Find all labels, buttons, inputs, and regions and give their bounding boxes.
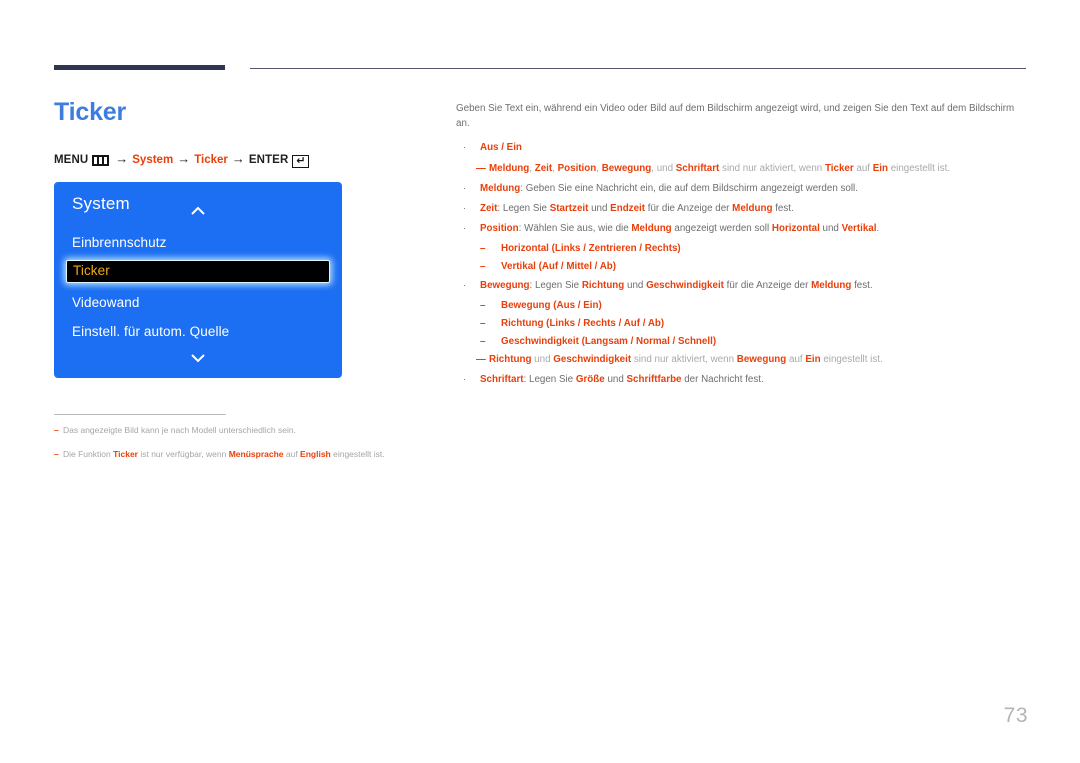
list-item: — Meldung, Zeit, Position, Bewegung, und… bbox=[456, 161, 1028, 176]
list-item: – Richtung (Links / Rechts / Auf / Ab) bbox=[456, 316, 1028, 331]
list-item: · Position: Wählen Sie aus, wie die Meld… bbox=[456, 221, 1028, 236]
bullet-icon: · bbox=[463, 279, 466, 290]
footnote-1-text: Das angezeigte Bild kann je nach Modell … bbox=[63, 425, 296, 435]
sub-geschwindigkeit-text: Geschwindigkeit (Langsam / Normal / Schn… bbox=[501, 336, 717, 348]
arrow-icon-1: → bbox=[115, 151, 129, 166]
main-content: Geben Sie Text ein, während ein Video od… bbox=[456, 101, 1028, 393]
bullet-meldung-text: Meldung: Geben Sie eine Nachricht ein, d… bbox=[480, 182, 858, 194]
header-rule-thin bbox=[250, 68, 1026, 69]
tv-onscreen-menu: System Einbrennschutz Ticker Videowand E… bbox=[54, 182, 342, 378]
header-rule-thick bbox=[54, 65, 225, 70]
chevron-up-icon[interactable] bbox=[191, 206, 205, 215]
sub-dash-icon: – bbox=[480, 243, 486, 255]
note-dash-icon: — bbox=[476, 162, 486, 174]
sub-horizontal-text: Horizontal (Links / Zentrieren / Rechts) bbox=[501, 243, 681, 255]
bullet-icon: · bbox=[463, 374, 466, 385]
menu-path-enter-label: ENTER bbox=[248, 153, 289, 166]
list-item: · Bewegung: Legen Sie Richtung und Gesch… bbox=[456, 278, 1028, 293]
page-title: Ticker bbox=[54, 98, 127, 126]
footnote-2-text: Die Funktion Ticker ist nur verfügbar, w… bbox=[63, 448, 385, 459]
sub-vertikal-text: Vertikal (Auf / Mittel / Ab) bbox=[501, 261, 617, 273]
bullet-icon: · bbox=[463, 182, 466, 193]
tv-menu-item-einbrennschutz[interactable]: Einbrennschutz bbox=[72, 235, 166, 250]
list-item: – Vertikal (Auf / Mittel / Ab) bbox=[456, 259, 1028, 274]
footnotes-block: – Das angezeigte Bild kann je nach Model… bbox=[54, 424, 434, 472]
tv-menu-item-autom-quelle[interactable]: Einstell. für autom. Quelle bbox=[72, 324, 229, 339]
tv-menu-title: System bbox=[72, 194, 130, 213]
footnote-1: – Das angezeigte Bild kann je nach Model… bbox=[54, 424, 434, 437]
menu-path-step-ticker[interactable]: Ticker bbox=[194, 154, 228, 166]
note-bewegung-ein-text: Richtung und Geschwindigkeit sind nur ak… bbox=[489, 354, 883, 366]
intro-paragraph: Geben Sie Text ein, während ein Video od… bbox=[456, 103, 1015, 130]
arrow-icon-3: → bbox=[231, 151, 245, 166]
note-dash-icon: — bbox=[476, 354, 486, 366]
bullet-icon: · bbox=[463, 202, 466, 213]
list-item: · Zeit: Legen Sie Startzeit und Endzeit … bbox=[456, 201, 1028, 216]
bullet-icon: · bbox=[463, 223, 466, 234]
footnote-2: – Die Funktion Ticker ist nur verfügbar,… bbox=[54, 448, 434, 461]
chevron-down-icon[interactable] bbox=[191, 354, 205, 363]
arrow-icon-2: → bbox=[177, 151, 191, 166]
list-item: · Schriftart: Legen Sie Größe und Schrif… bbox=[456, 372, 1028, 387]
footnote-dash-icon: – bbox=[54, 425, 59, 435]
tv-menu-item-ticker-selected[interactable]: Ticker bbox=[66, 260, 330, 283]
sub-dash-icon: – bbox=[480, 261, 486, 273]
list-item: · Aus / Ein bbox=[456, 140, 1028, 155]
sub-dash-icon: – bbox=[480, 299, 486, 311]
bullet-zeit-text: Zeit: Legen Sie Startzeit und Endzeit fü… bbox=[480, 202, 794, 214]
sub-dash-icon: – bbox=[480, 336, 486, 348]
bullet-bewegung-text: Bewegung: Legen Sie Richtung und Geschwi… bbox=[480, 279, 873, 291]
bullet-aus-ein-text: Aus / Ein bbox=[480, 142, 522, 154]
footnote-dash-icon: – bbox=[54, 448, 59, 459]
menu-path-menu-label: MENU bbox=[54, 153, 89, 166]
list-item: – Bewegung (Aus / Ein) bbox=[456, 298, 1028, 313]
tv-menu-item-ticker-label: Ticker bbox=[73, 263, 110, 278]
page-number: 73 bbox=[1003, 704, 1028, 727]
list-item: – Geschwindigkeit (Langsam / Normal / Sc… bbox=[456, 334, 1028, 349]
bullet-schriftart-text: Schriftart: Legen Sie Größe und Schriftf… bbox=[480, 374, 764, 386]
footnote-divider bbox=[54, 414, 226, 415]
bullet-position-text: Position: Wählen Sie aus, wie die Meldun… bbox=[480, 223, 880, 235]
sub-richtung-text: Richtung (Links / Rechts / Auf / Ab) bbox=[501, 317, 665, 329]
enter-return-icon: ↵ bbox=[292, 155, 310, 168]
menu-grid-icon bbox=[92, 155, 110, 166]
note-ticker-ein-text: Meldung, Zeit, Position, Bewegung, und S… bbox=[489, 162, 951, 174]
list-item: · Meldung: Geben Sie eine Nachricht ein,… bbox=[456, 181, 1028, 196]
list-item: – Horizontal (Links / Zentrieren / Recht… bbox=[456, 241, 1028, 256]
tv-menu-item-videowand[interactable]: Videowand bbox=[72, 295, 139, 310]
bullet-icon: · bbox=[463, 142, 466, 153]
sub-dash-icon: – bbox=[480, 317, 486, 329]
sub-bewegung-text: Bewegung (Aus / Ein) bbox=[501, 299, 602, 311]
menu-path-breadcrumb: MENU → System → Ticker → ENTER ↵ bbox=[54, 151, 310, 168]
menu-path-step-system[interactable]: System bbox=[132, 154, 173, 166]
list-item: — Richtung und Geschwindigkeit sind nur … bbox=[456, 352, 1028, 367]
